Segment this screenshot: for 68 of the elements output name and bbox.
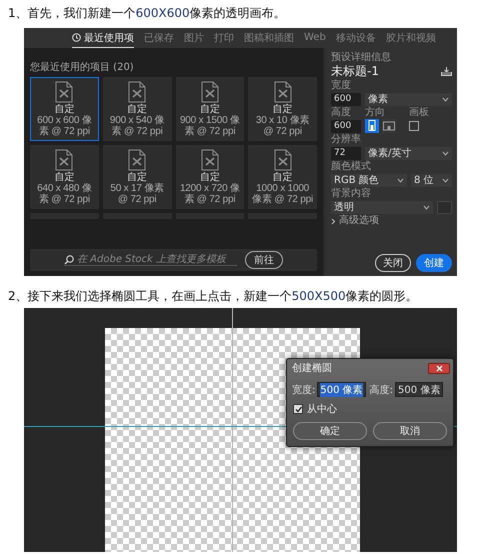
dropdown[interactable]: 像素/英寸 <box>365 146 452 160</box>
preset-card[interactable]: 自定 50 x 17 像素 @ 72 ppi <box>102 145 172 209</box>
preset-card[interactable]: 自定 30 x 10 像素 @ 72 ppi <box>248 77 317 141</box>
field-label: 画板 <box>409 107 429 118</box>
checkbox-label: 从中心 <box>307 402 337 416</box>
close-icon <box>436 364 442 372</box>
dropdown[interactable]: 透明 <box>331 200 433 214</box>
document-icon <box>200 149 220 171</box>
dropdown[interactable]: 像素 <box>365 92 452 106</box>
close-button[interactable] <box>428 362 450 374</box>
document-icon <box>200 81 220 103</box>
field-label: 高度 <box>331 107 352 118</box>
caret-icon <box>442 150 449 156</box>
document-title[interactable]: 未标题-1 <box>331 64 379 79</box>
chevron-icon <box>331 218 336 224</box>
document-icon <box>272 149 293 171</box>
input-field[interactable]: 500 像素 <box>395 382 444 397</box>
caret-icon <box>442 178 449 182</box>
portrait-icon[interactable] <box>365 119 379 133</box>
step-caption: 2、接下来我们选择椭圆工具，在画上点击，新建一个500X500像素的圆形。 <box>7 288 419 305</box>
tab[interactable]: 最近使用项 <box>72 28 134 48</box>
caret-icon <box>397 178 404 182</box>
preset-card[interactable]: 自定 600 x 600 像素 @ 72 ppi <box>30 77 99 141</box>
checkbox[interactable] <box>409 121 419 131</box>
field-label: 背景内容 <box>331 188 372 199</box>
step-caption: 1、首先，我们新建一个600X600像素的透明画布。 <box>7 5 287 22</box>
field-label: 高度: <box>370 384 394 396</box>
go-button[interactable]: 前往 <box>245 251 283 269</box>
field-label: 颜色模式 <box>331 161 372 172</box>
clock-icon <box>72 33 81 42</box>
check-icon <box>294 406 302 412</box>
preset-card[interactable]: 自定 1200 x 720 像素 @ 72 ppi <box>176 145 244 209</box>
close-button[interactable]: 关闭 <box>375 254 411 272</box>
field-label: 分辨率 <box>331 134 362 145</box>
preset-card[interactable]: 自定 1000 x 1000 像素 @ 72 ppi <box>248 145 317 209</box>
cancel-button[interactable]: 取消 <box>373 422 447 440</box>
caret-icon <box>442 96 449 102</box>
document-icon <box>272 81 293 103</box>
ok-button[interactable]: 确定 <box>293 422 367 440</box>
save-preset-icon[interactable] <box>441 67 452 76</box>
input-field[interactable]: 500 像素 <box>317 382 366 397</box>
dropdown[interactable]: RGB 颜色 <box>331 174 407 186</box>
field-label: 预设详细信息 <box>331 52 392 63</box>
advanced-options-toggle[interactable]: 高级选项 <box>331 215 379 227</box>
create-button[interactable]: 创建 <box>416 254 452 272</box>
preset-card[interactable]: 自定 900 x 1500 像素 @ 72 ppi <box>176 77 244 141</box>
tab[interactable]: 打印 <box>214 28 234 48</box>
field-label: 方向 <box>365 107 386 118</box>
document-icon <box>127 81 148 103</box>
input-field[interactable]: 600 <box>331 120 361 132</box>
field-label: 宽度 <box>331 80 352 91</box>
dropdown[interactable]: 8 位 <box>411 174 452 186</box>
dialog-title: 创建椭圆 <box>292 362 332 375</box>
preset-card[interactable]: 自定 900 x 540 像素 @ 72 ppi <box>102 77 172 141</box>
search-icon <box>64 254 74 264</box>
search-field[interactable]: 在 Adobe Stock 上查找更多模板 <box>64 254 237 266</box>
color-swatch[interactable] <box>437 200 452 214</box>
section-heading: 您最近使用的项目 (20) <box>30 62 135 74</box>
document-icon <box>54 81 74 103</box>
caret-icon <box>423 204 430 210</box>
field-label: 宽度: <box>292 384 316 396</box>
input-field[interactable]: 600 <box>331 92 361 106</box>
document-icon <box>127 149 148 171</box>
checkbox[interactable] <box>293 404 303 414</box>
document-icon <box>54 149 74 171</box>
input-field[interactable]: 72 <box>331 146 361 160</box>
preset-card[interactable]: 自定 640 x 480 像素 @ 72 ppi <box>30 145 99 209</box>
landscape-icon[interactable] <box>382 119 396 133</box>
